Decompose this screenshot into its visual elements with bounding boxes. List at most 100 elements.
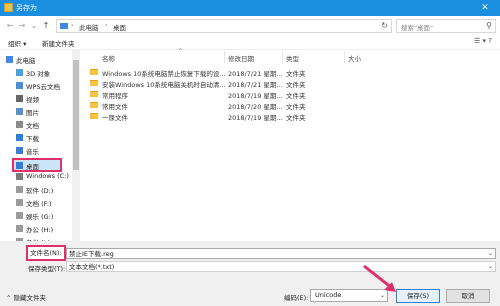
list-item[interactable]: 安装Windows 10系统电脑关机时自动清... 2018/7/21 星期...… (90, 78, 390, 89)
folder-icon (90, 80, 98, 86)
sidebar-item[interactable]: 文档 (F:) (0, 197, 72, 208)
breadcrumb-this-pc[interactable]: 此电脑 (79, 22, 99, 32)
close-button[interactable]: ✕ (474, 1, 496, 15)
sidebar-item[interactable]: 此电脑 (0, 54, 72, 65)
sort-indicator: ^ (178, 48, 184, 55)
cube-icon (16, 69, 23, 76)
cloud-icon (16, 82, 23, 89)
breadcrumb-separator: › (105, 22, 108, 29)
column-name[interactable]: 名称 (102, 53, 115, 63)
drive-icon (16, 225, 23, 232)
column-type[interactable]: 类型 (286, 53, 299, 63)
list-item[interactable]: 一尿文件 2018/7/19 星期... 文件夹 (90, 111, 390, 122)
drive-icon (16, 173, 23, 180)
file-name: Windows 10系统电脑禁止恢复下载的设... (102, 70, 226, 78)
sidebar-item[interactable]: Windows (C:) (0, 171, 72, 182)
sidebar-item-label: 办公 (H:) (26, 226, 54, 234)
file-name: 一尿文件 (102, 114, 128, 122)
cancel-button[interactable]: 取消 (446, 289, 490, 303)
picture-icon (16, 108, 23, 115)
chevron-down-icon[interactable]: ⌄ (488, 249, 493, 259)
sidebar-scrollbar[interactable] (72, 50, 80, 241)
sidebar-item[interactable]: 办公 (H:) (0, 223, 72, 234)
sidebar-item-label: 下载 (26, 135, 39, 143)
sidebar-item[interactable]: 文档 (0, 119, 72, 130)
sidebar-item-label: WPS云文档 (26, 83, 60, 91)
folder-icon (90, 102, 98, 108)
document-icon (16, 121, 23, 128)
save-button[interactable]: 保存(S) (396, 289, 440, 303)
file-date: 2018/7/19 星期... (228, 92, 283, 100)
file-type: 文件夹 (286, 81, 306, 89)
up-button[interactable]: ↑ (40, 20, 52, 32)
column-divider[interactable] (344, 51, 345, 63)
back-button[interactable]: ← (4, 20, 16, 32)
file-type: 文件夹 (286, 103, 306, 111)
filetype-select[interactable]: 文本文档(*.txt) ⌄ (66, 261, 496, 272)
sidebar-item-label: 娱乐 (G:) (26, 213, 54, 221)
column-date[interactable]: 修改日期 (228, 53, 254, 63)
sidebar-item[interactable]: 桌面 (12, 158, 62, 172)
drive-icon (16, 186, 23, 193)
filetype-label: 保存类型(T): (28, 265, 66, 273)
file-type: 文件夹 (286, 92, 306, 100)
column-size[interactable]: 大小 (348, 53, 361, 63)
sidebar-item-label: 音乐 (26, 148, 39, 156)
sidebar-item[interactable]: WPS云文档 (0, 80, 72, 91)
file-name: 常用程序 (102, 92, 128, 100)
hide-folders-toggle[interactable]: ⌃ 隐藏文件夹 (6, 292, 46, 302)
file-type: 文件夹 (286, 70, 306, 78)
view-options[interactable]: ☰ ▾ ? (474, 37, 492, 45)
scrollbar-thumb[interactable] (73, 60, 79, 170)
title-bar: 另存为 ✕ (0, 0, 500, 16)
folder-icon (90, 69, 98, 75)
sidebar-item[interactable]: 下载 (0, 132, 72, 143)
sidebar-item[interactable]: 视频 (0, 93, 72, 104)
encoding-value: Unicode (315, 291, 342, 299)
sidebar-item-label: 软件 (D:) (26, 187, 54, 195)
computer-icon (6, 56, 13, 63)
column-divider[interactable] (282, 51, 283, 63)
column-divider[interactable] (224, 51, 225, 63)
address-row: ← → ⌄ ↑ › 此电脑 › 桌面 ↻ 搜索"桌面" ⚲ (0, 16, 500, 36)
sidebar-item[interactable]: 3D 对象 (0, 67, 72, 78)
list-item[interactable]: 常用程序 2018/7/19 星期... 文件夹 (90, 89, 390, 100)
breadcrumb-separator: › (71, 22, 74, 29)
address-bar[interactable]: › 此电脑 › 桌面 ↻ (56, 19, 392, 33)
desktop-icon (16, 162, 23, 169)
filename-value: 禁止IE下载.reg (69, 250, 114, 258)
new-folder-button[interactable]: 新建文件夹 (42, 38, 75, 48)
forward-button[interactable]: → (16, 20, 28, 32)
sidebar-item-label: 图片 (26, 109, 39, 117)
breadcrumb-desktop[interactable]: 桌面 (113, 22, 126, 32)
sidebar-item-label: 桌面 (26, 163, 39, 171)
annotation-arrow (363, 264, 396, 292)
file-name: 常用文件 (102, 103, 128, 111)
sidebar-item[interactable]: 图片 (0, 106, 72, 117)
search-placeholder: 搜索"桌面" (401, 24, 433, 32)
folder-icon (90, 91, 98, 97)
drive-icon (16, 212, 23, 219)
organize-menu[interactable]: 组织 ▾ (8, 38, 26, 48)
toolbar: 组织 ▾ 新建文件夹 ☰ ▾ ? (0, 36, 500, 50)
sidebar-item-label: 此电脑 (16, 57, 36, 65)
list-item[interactable]: Windows 10系统电脑禁止恢复下载的设... 2018/7/21 星期...… (90, 67, 390, 78)
sidebar-item[interactable]: 音乐 (0, 145, 72, 156)
sidebar-item[interactable]: 娱乐 (G:) (0, 210, 72, 221)
navigation-pane: 此电脑 3D 对象 WPS云文档视频图片文档下载音乐桌面 Windows (C:) 软件… (0, 50, 80, 247)
file-name: 安装Windows 10系统电脑关机时自动清... (102, 81, 226, 89)
encoding-label: 编码(E): (284, 294, 309, 302)
sidebar-item[interactable]: 软件 (D:) (0, 184, 72, 195)
chevron-down-icon[interactable]: ⌄ (488, 262, 493, 272)
computer-icon (60, 23, 68, 29)
search-icon[interactable]: ⚲ (486, 21, 492, 30)
recent-dropdown-button[interactable]: ⌄ (28, 20, 40, 32)
file-date: 2018/7/21 星期... (228, 70, 283, 78)
search-box[interactable]: 搜索"桌面" ⚲ (396, 19, 496, 33)
video-icon (16, 95, 23, 102)
file-date: 2018/7/19 星期... (228, 114, 283, 122)
filename-label: 文件名(N): (26, 245, 66, 261)
refresh-icon[interactable]: ↻ (381, 21, 388, 30)
list-item[interactable]: 常用文件 2018/7/20 星期... 文件夹 (90, 100, 390, 111)
filename-input[interactable]: 禁止IE下载.reg ⌄ (66, 248, 496, 259)
